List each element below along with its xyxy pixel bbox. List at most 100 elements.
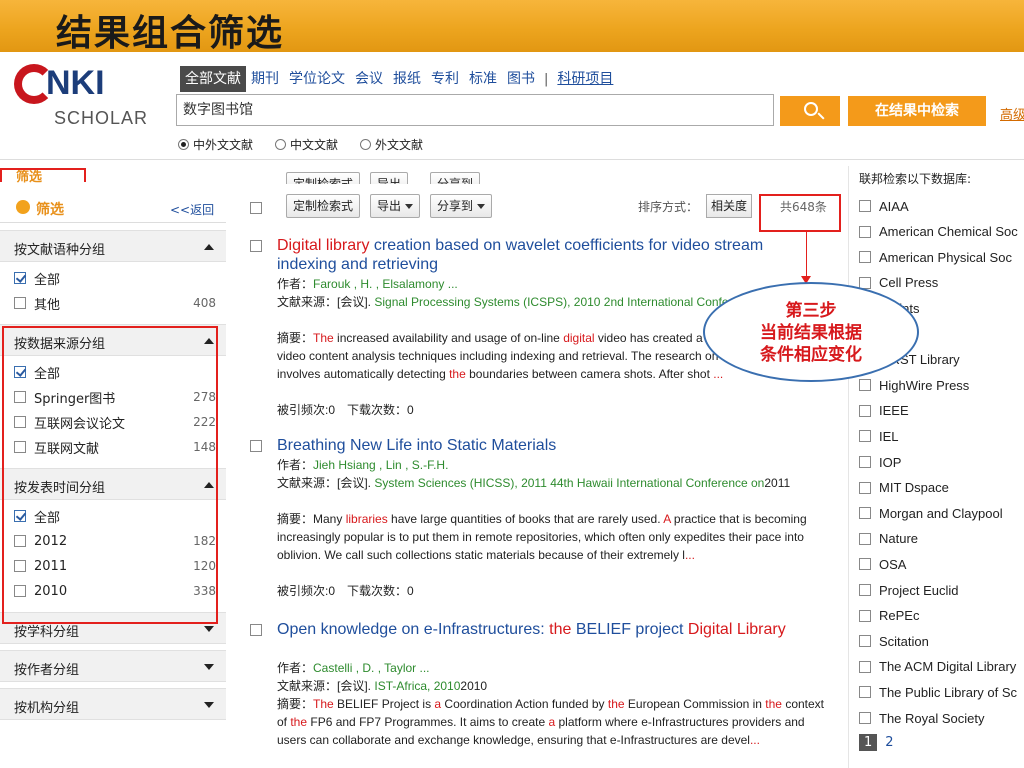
sort-select[interactable]: 相关度 <box>706 194 753 218</box>
database-item[interactable]: The Royal Society <box>859 708 1024 728</box>
logo-main-text: NKI <box>46 64 105 102</box>
database-label: HighWire Press <box>879 377 970 393</box>
database-label: OSA <box>879 556 907 572</box>
authors-value[interactable]: Farouk , H. , Elsalamony ... <box>313 277 458 291</box>
back-link[interactable]: <<返回 <box>170 201 214 218</box>
abstract-segment: increased availability and usage of on-l… <box>333 331 564 345</box>
database-item[interactable]: American Chemical Soc <box>859 222 1024 242</box>
group-header-5[interactable]: 按机构分组 <box>0 688 226 720</box>
radio-button[interactable] <box>360 139 372 150</box>
database-checkbox[interactable] <box>859 532 871 545</box>
database-item[interactable]: IEEE <box>859 401 1024 421</box>
doc-type-tabs: 全部文献 期刊 学位论文 会议 报纸 专利 标准 图书 | 科研项目 <box>180 66 618 92</box>
database-checkbox[interactable] <box>859 456 871 468</box>
database-item[interactable]: MIT Dspace <box>859 478 1024 498</box>
tab-2[interactable]: 学位论文 <box>284 66 350 92</box>
radio-button[interactable] <box>275 139 287 150</box>
database-checkbox[interactable] <box>859 609 871 622</box>
group-header-0[interactable]: 按文献语种分组 <box>0 230 226 262</box>
source-label: 文献来源： <box>277 679 338 693</box>
scope-option-2[interactable]: 外文文献 <box>360 136 423 153</box>
tab-6[interactable]: 标准 <box>464 66 502 92</box>
search-button[interactable] <box>780 96 840 126</box>
database-checkbox[interactable] <box>859 430 871 443</box>
search-in-results-button[interactable]: 在结果中检索 <box>848 96 986 126</box>
database-checkbox[interactable] <box>859 481 871 494</box>
page-1[interactable]: 1 <box>859 734 878 751</box>
tab-7[interactable]: 图书 <box>502 66 540 92</box>
expand-triangle-icon[interactable] <box>204 664 214 670</box>
option-checkbox[interactable] <box>14 272 26 284</box>
group-header-4[interactable]: 按作者分组 <box>0 650 226 682</box>
database-item[interactable]: RePEc <box>859 606 1024 626</box>
authors-value[interactable]: Jieh Hsiang , Lin , S.-F.H. <box>313 458 448 472</box>
tab-separator: | <box>544 71 549 87</box>
advanced-search-link[interactable]: 高级 <box>1000 104 1024 123</box>
database-item[interactable]: IEL <box>859 426 1024 446</box>
tab-9[interactable]: 科研项目 <box>552 66 618 92</box>
page-2[interactable]: 2 <box>885 735 893 750</box>
tab-0[interactable]: 全部文献 <box>180 66 246 92</box>
result-title[interactable]: Open knowledge on e-Infrastructures: the… <box>277 620 797 639</box>
abstract-segment: boundaries between camera shots. After s… <box>465 367 714 381</box>
group-option[interactable]: 其他 408 <box>14 293 220 313</box>
select-all-checkbox[interactable] <box>250 202 262 214</box>
chevron-down-icon <box>405 204 414 209</box>
group-option[interactable]: 全部 <box>14 268 220 288</box>
source-year: 2011 <box>764 476 791 490</box>
database-label: IEEE <box>879 403 909 419</box>
database-checkbox[interactable] <box>859 379 871 392</box>
source-value[interactable]: IST-Africa, 2010 <box>371 679 460 693</box>
database-item[interactable]: The Public Library of Sc <box>859 682 1024 702</box>
radio-button[interactable] <box>178 139 189 150</box>
scope-option-0[interactable]: 中外文文献 <box>178 136 253 153</box>
database-label: The Public Library of Sc <box>879 684 1018 700</box>
cnki-logo[interactable]: NKI SCHOLAR <box>14 62 164 132</box>
database-item[interactable]: Morgan and Claypool <box>859 503 1024 523</box>
database-checkbox[interactable] <box>859 635 871 648</box>
authors-value[interactable]: Castelli , D. , Taylor ... <box>313 661 429 675</box>
database-checkbox[interactable] <box>859 404 871 417</box>
database-item[interactable]: HighWire Press <box>859 375 1024 395</box>
database-checkbox[interactable] <box>859 507 871 520</box>
database-checkbox[interactable] <box>859 225 871 238</box>
scope-option-1[interactable]: 中文文献 <box>275 136 338 153</box>
database-item[interactable]: American Physical Soc <box>859 247 1024 267</box>
database-checkbox[interactable] <box>859 251 871 264</box>
collapse-triangle-icon[interactable] <box>204 244 214 250</box>
database-checkbox[interactable] <box>859 686 871 699</box>
database-item[interactable]: Scitation <box>859 631 1024 651</box>
database-item[interactable]: AIAA <box>859 196 1024 216</box>
source-value[interactable]: System Sciences (HICSS), 2011 44th Hawai… <box>371 476 764 490</box>
custom-query-button[interactable]: 定制检索式 <box>286 194 361 218</box>
database-item[interactable]: OSA <box>859 554 1024 574</box>
search-input[interactable]: 数字图书馆 <box>176 94 774 126</box>
option-checkbox[interactable] <box>14 297 26 309</box>
database-checkbox[interactable] <box>859 660 871 673</box>
database-item[interactable]: Project Euclid <box>859 580 1024 600</box>
authors-label: 作者： <box>277 458 314 472</box>
tab-4[interactable]: 报纸 <box>388 66 426 92</box>
database-item[interactable]: IOP <box>859 452 1024 472</box>
result-title[interactable]: Breathing New Life into Static Materials <box>277 436 797 455</box>
abstract-segment: the <box>449 367 466 381</box>
result-title[interactable]: Digital library creation based on wavele… <box>277 236 797 274</box>
database-checkbox[interactable] <box>859 584 871 596</box>
tab-5[interactable]: 专利 <box>426 66 464 92</box>
tab-1[interactable]: 期刊 <box>246 66 284 92</box>
database-checkbox[interactable] <box>859 200 871 212</box>
result-checkbox[interactable] <box>250 240 262 252</box>
database-item[interactable]: Nature <box>859 529 1024 549</box>
abstract-segment: have large quantities of books that are … <box>387 512 664 526</box>
share-button[interactable]: 分享到 <box>430 194 493 218</box>
result-checkbox[interactable] <box>250 624 262 636</box>
tab-3[interactable]: 会议 <box>350 66 388 92</box>
expand-triangle-icon[interactable] <box>204 626 214 632</box>
database-item[interactable]: The ACM Digital Library <box>859 657 1024 677</box>
export-button[interactable]: 导出 <box>370 194 421 218</box>
database-checkbox[interactable] <box>859 558 871 571</box>
database-checkbox[interactable] <box>859 712 871 724</box>
database-item[interactable]: Cell Press <box>859 273 1024 293</box>
result-checkbox[interactable] <box>250 440 262 452</box>
expand-triangle-icon[interactable] <box>204 702 214 708</box>
